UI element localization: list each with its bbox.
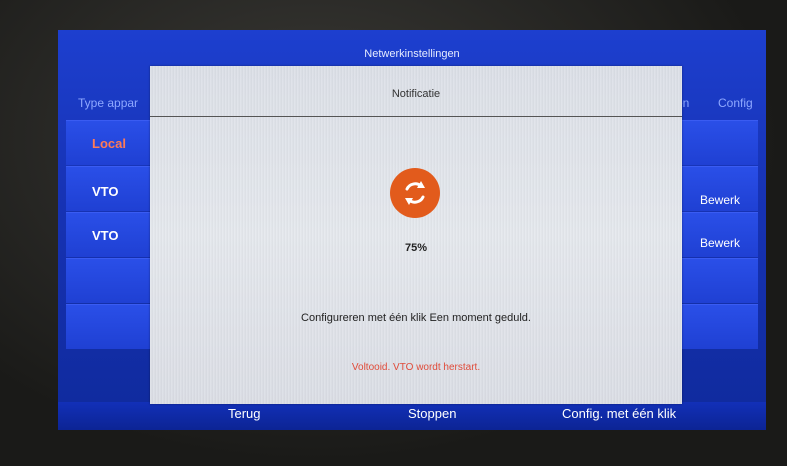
- dialog-divider: [150, 116, 682, 117]
- notification-dialog: Notificatie 75% Configureren met één kli…: [150, 66, 682, 404]
- edit-button[interactable]: Bewerk: [700, 193, 740, 207]
- edit-button[interactable]: Bewerk: [700, 236, 740, 250]
- status-message: Voltooid. VTO wordt herstart.: [351, 362, 481, 373]
- progress-percent: 75%: [404, 242, 428, 254]
- one-click-config-button[interactable]: Config. met één klik: [562, 406, 676, 421]
- refresh-icon: [390, 168, 440, 218]
- back-button[interactable]: Terug: [228, 406, 261, 421]
- dialog-title: Notificatie: [391, 88, 441, 100]
- row-label: Local: [92, 136, 126, 151]
- column-header-type: Type appar: [78, 96, 139, 110]
- row-label: VTO: [92, 184, 119, 199]
- row-label: VTO: [92, 228, 119, 243]
- progress-message: Configureren met één klik Een moment ged…: [301, 312, 531, 324]
- column-header-config: Config: [718, 96, 753, 110]
- stop-button[interactable]: Stoppen: [408, 406, 456, 421]
- screen-title: Netwerkinstellingen: [364, 48, 460, 60]
